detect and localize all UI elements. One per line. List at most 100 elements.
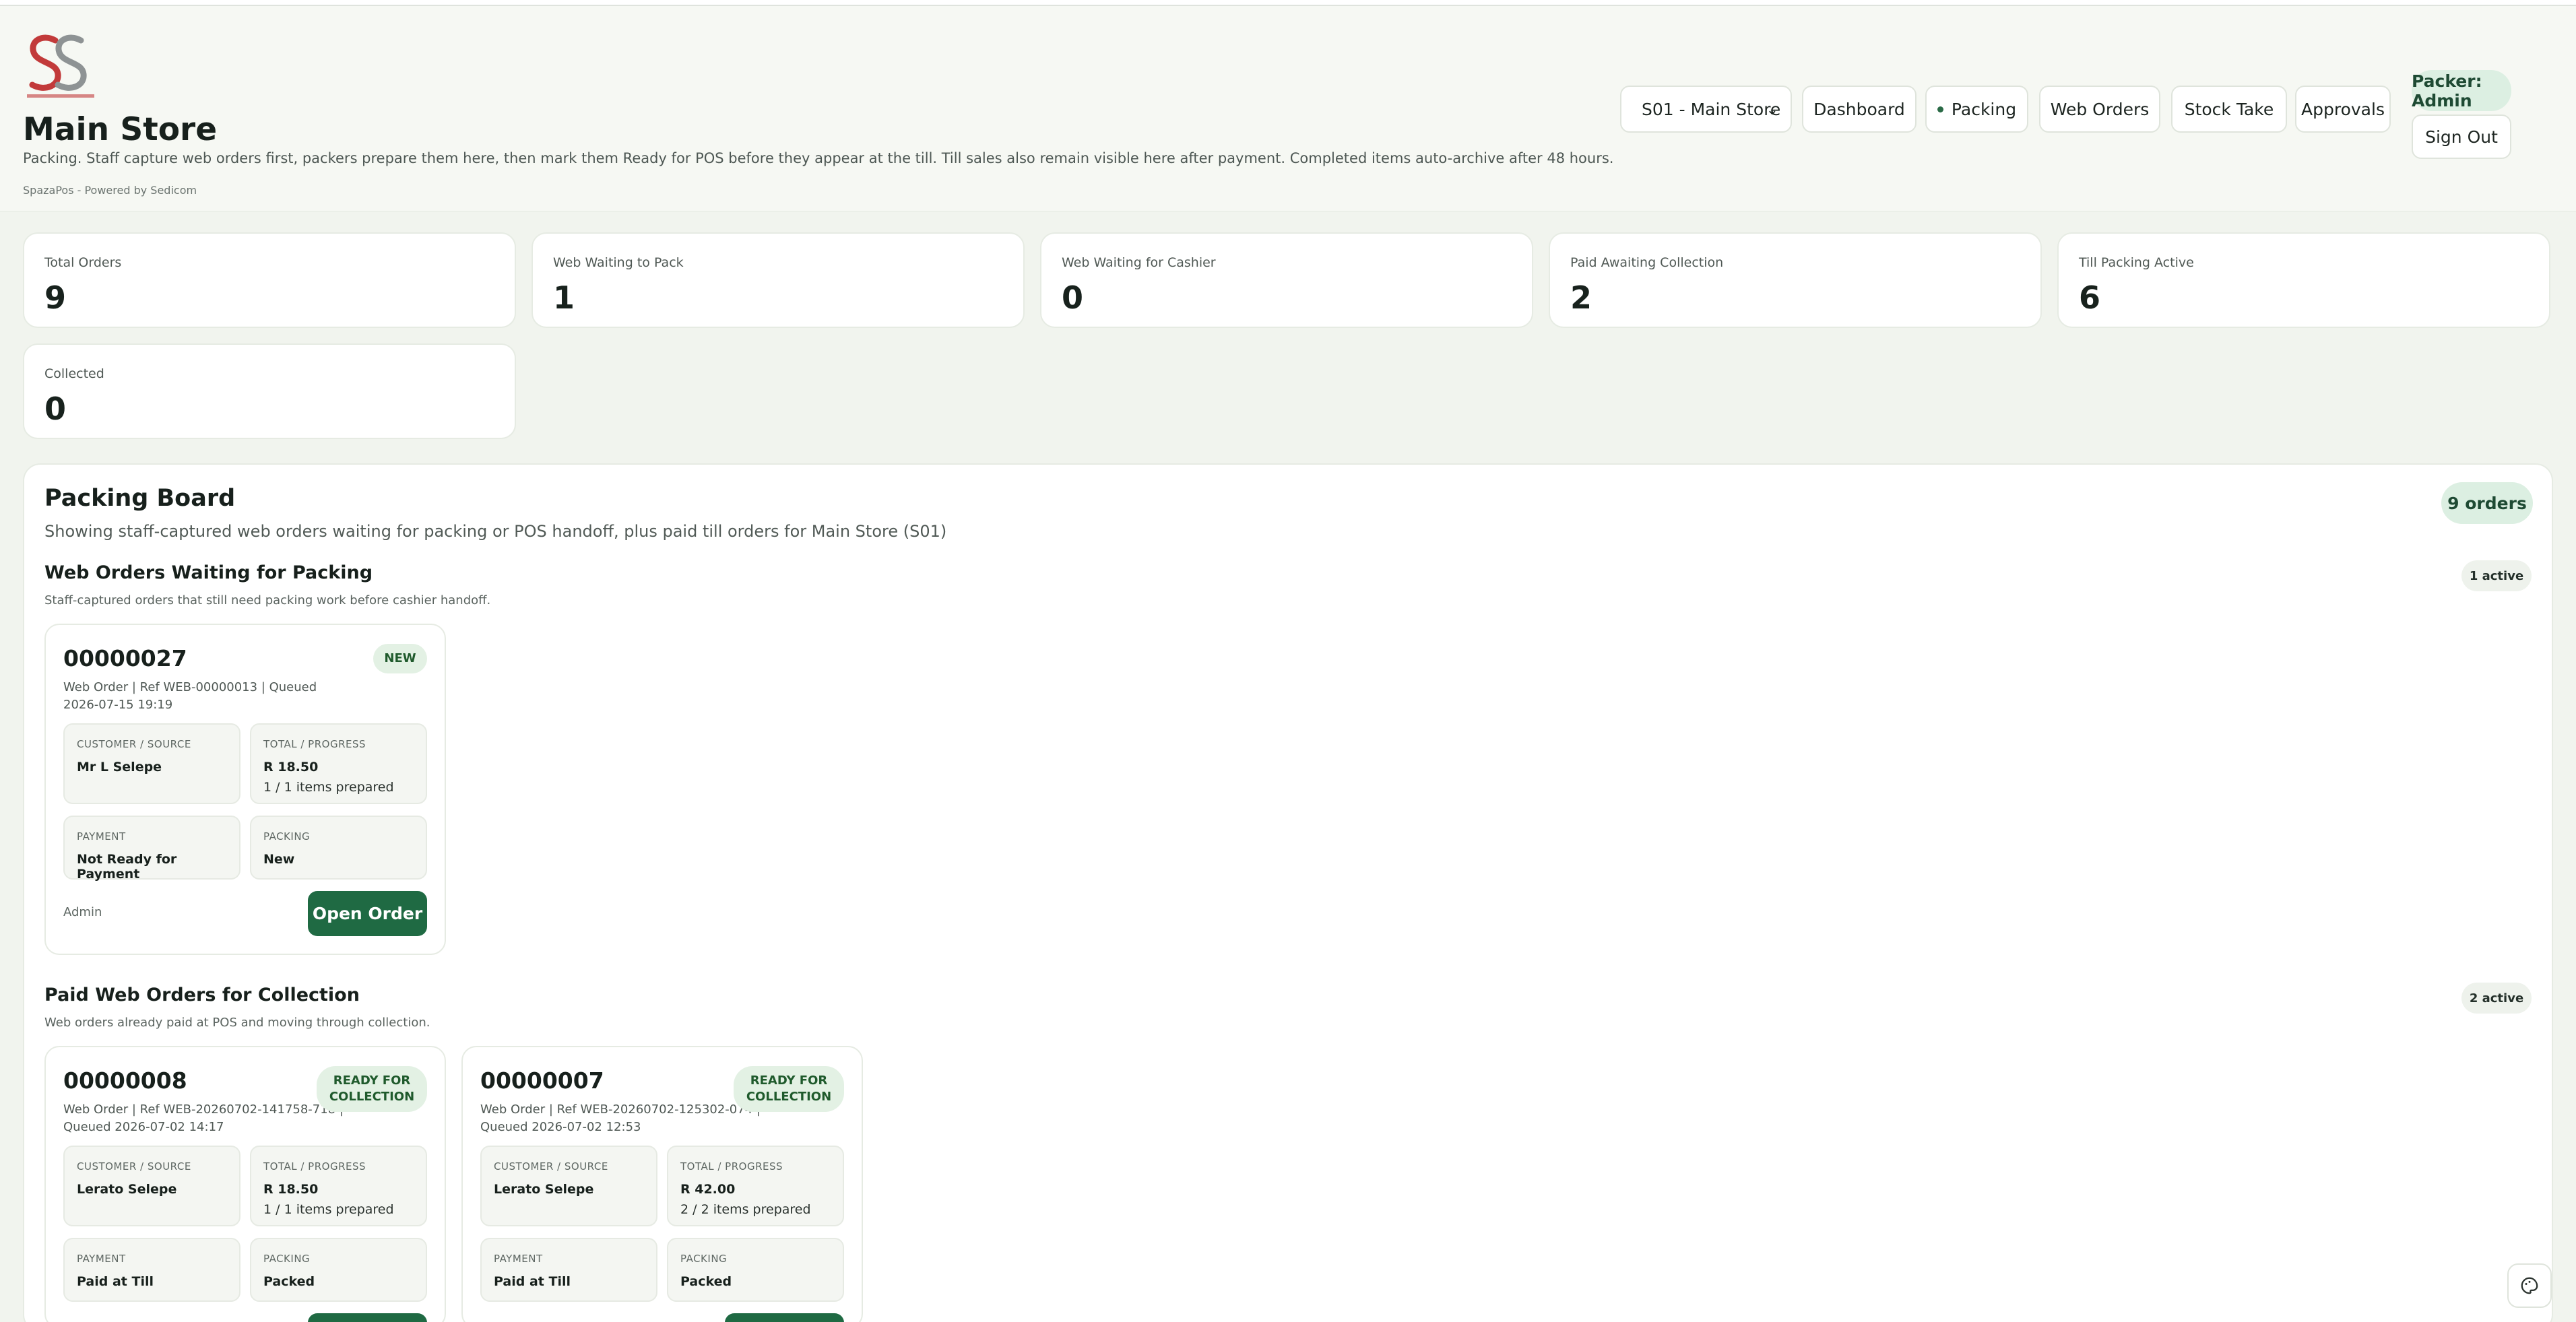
customer-label: CUSTOMER / SOURCE bbox=[494, 1160, 608, 1172]
section-active-badge: 2 active bbox=[2461, 983, 2532, 1014]
payment-label: PAYMENT bbox=[494, 1253, 543, 1265]
total-label: TOTAL / PROGRESS bbox=[263, 738, 366, 750]
payment-cell: PAYMENT Not Ready for Payment bbox=[63, 816, 240, 882]
chevron-down-icon: ⌄ bbox=[1766, 102, 1778, 119]
total-cell: TOTAL / PROGRESS R 18.50 1 / 1 items pre… bbox=[250, 723, 427, 804]
payment-cell: PAYMENT Paid at Till bbox=[63, 1238, 240, 1302]
order-id: 00000007 bbox=[480, 1067, 604, 1094]
customer-cell: CUSTOMER / SOURCE Mr L Selepe bbox=[63, 723, 240, 804]
total-value: R 18.50 bbox=[263, 760, 319, 774]
order-id: 00000008 bbox=[63, 1067, 187, 1094]
orders-count-badge: 9 orders bbox=[2441, 482, 2533, 524]
total-label: TOTAL / PROGRESS bbox=[263, 1160, 366, 1172]
order-card: 00000007 Web Order | Ref WEB-20260702-12… bbox=[461, 1046, 863, 1322]
order-action-button[interactable] bbox=[725, 1313, 844, 1322]
customer-cell: CUSTOMER / SOURCE Lerato Selepe bbox=[480, 1146, 657, 1226]
nav-web-orders-button[interactable]: Web Orders bbox=[2039, 86, 2160, 133]
customer-value: Lerato Selepe bbox=[494, 1182, 594, 1197]
stat-label: Paid Awaiting Collection bbox=[1570, 255, 1724, 270]
stat-paid-awaiting-collection: Paid Awaiting Collection 2 bbox=[1549, 232, 2042, 328]
packing-label: PACKING bbox=[680, 1253, 728, 1265]
total-value: R 42.00 bbox=[680, 1182, 736, 1197]
stat-web-waiting-to-pack: Web Waiting to Pack 1 bbox=[532, 232, 1025, 328]
nav-dashboard-label: Dashboard bbox=[1813, 99, 1905, 119]
order-meta: Web Order | Ref WEB-20260702-141758-718 … bbox=[63, 1102, 344, 1134]
payment-label: PAYMENT bbox=[77, 830, 126, 842]
stat-label: Till Packing Active bbox=[2079, 255, 2194, 270]
total-cell: TOTAL / PROGRESS R 18.50 1 / 1 items pre… bbox=[250, 1146, 427, 1226]
store-select-value: S01 - Main Store bbox=[1642, 99, 1781, 119]
palette-help-icon[interactable] bbox=[2507, 1263, 2552, 1308]
payment-value: Paid at Till bbox=[494, 1274, 571, 1289]
packing-cell: PACKING Packed bbox=[667, 1238, 844, 1302]
status-badge: READY FOR COLLECTION bbox=[734, 1066, 844, 1112]
payment-cell: PAYMENT Paid at Till bbox=[480, 1238, 657, 1302]
board-title: Packing Board bbox=[44, 485, 236, 512]
stat-value: 1 bbox=[553, 279, 575, 316]
progress-value: 2 / 2 items prepared bbox=[680, 1202, 811, 1217]
nav-approvals-button[interactable]: Approvals bbox=[2295, 86, 2391, 133]
packing-cell: PACKING Packed bbox=[250, 1238, 427, 1302]
payment-value: Paid at Till bbox=[77, 1274, 154, 1289]
customer-value: Lerato Selepe bbox=[77, 1182, 177, 1197]
order-meta: Web Order | Ref WEB-00000013 | Queued 20… bbox=[63, 680, 317, 712]
powered-by-label: SpazaPos - Powered by Sedicom bbox=[23, 184, 197, 197]
section-title-web-waiting: Web Orders Waiting for Packing bbox=[44, 562, 373, 583]
page-description: Packing. Staff capture web orders first,… bbox=[23, 150, 1614, 166]
customer-label: CUSTOMER / SOURCE bbox=[77, 1160, 191, 1172]
packing-label: PACKING bbox=[263, 830, 311, 842]
status-badge: READY FOR COLLECTION bbox=[317, 1066, 427, 1112]
stat-value: 2 bbox=[1570, 279, 1592, 316]
payment-label: PAYMENT bbox=[77, 1253, 126, 1265]
order-action-button[interactable] bbox=[308, 1313, 427, 1322]
packing-board: Packing Board Showing staff-captured web… bbox=[23, 463, 2553, 1322]
stat-till-packing-active: Till Packing Active 6 bbox=[2057, 232, 2550, 328]
section-subtitle-web-waiting: Staff-captured orders that still need pa… bbox=[44, 593, 491, 607]
top-border bbox=[0, 0, 2576, 6]
order-card: 00000027 Web Order | Ref WEB-00000013 | … bbox=[44, 624, 446, 955]
page-header: Main Store Packing. Staff capture web or… bbox=[0, 6, 2576, 211]
order-meta: Web Order | Ref WEB-20260702-125302-074 … bbox=[480, 1102, 761, 1134]
order-owner: Admin bbox=[63, 905, 102, 919]
board-subtitle: Showing staff-captured web orders waitin… bbox=[44, 522, 947, 541]
store-select[interactable]: S01 - Main Store ⌄ bbox=[1620, 86, 1792, 133]
packing-value: Packed bbox=[680, 1274, 732, 1289]
section-subtitle-paid-collection: Web orders already paid at POS and movin… bbox=[44, 1016, 430, 1030]
payment-value: Not Ready for Payment bbox=[77, 852, 177, 882]
total-label: TOTAL / PROGRESS bbox=[680, 1160, 783, 1172]
palette-icon bbox=[2521, 1277, 2538, 1294]
customer-cell: CUSTOMER / SOURCE Lerato Selepe bbox=[63, 1146, 240, 1226]
stat-label: Web Waiting to Pack bbox=[553, 255, 684, 270]
section-title-paid-collection: Paid Web Orders for Collection bbox=[44, 985, 360, 1005]
status-badge: NEW bbox=[373, 644, 427, 673]
packing-value: New bbox=[263, 852, 295, 867]
stat-value: 0 bbox=[1062, 279, 1084, 316]
section-active-badge: 1 active bbox=[2461, 560, 2532, 591]
nav-approvals-label: Approvals bbox=[2301, 99, 2385, 119]
sign-out-button[interactable]: Sign Out bbox=[2412, 114, 2511, 159]
nav-stock-take-label: Stock Take bbox=[2184, 99, 2274, 119]
packing-value: Packed bbox=[263, 1274, 315, 1289]
total-cell: TOTAL / PROGRESS R 42.00 2 / 2 items pre… bbox=[667, 1146, 844, 1226]
stat-value: 9 bbox=[44, 279, 67, 316]
stat-web-waiting-for-cashier: Web Waiting for Cashier 0 bbox=[1040, 232, 1533, 328]
total-value: R 18.50 bbox=[263, 1182, 319, 1197]
packing-cell: PACKING New bbox=[250, 816, 427, 880]
progress-value: 1 / 1 items prepared bbox=[263, 1202, 394, 1217]
page-title: Main Store bbox=[23, 111, 218, 148]
active-dot-icon bbox=[1937, 106, 1943, 112]
order-id: 00000027 bbox=[63, 645, 187, 671]
order-card: 00000008 Web Order | Ref WEB-20260702-14… bbox=[44, 1046, 446, 1322]
nav-stock-take-button[interactable]: Stock Take bbox=[2171, 86, 2287, 133]
progress-value: 1 / 1 items prepared bbox=[263, 780, 394, 795]
stat-collected: Collected 0 bbox=[23, 343, 516, 439]
stat-label: Web Waiting for Cashier bbox=[1062, 255, 1216, 270]
customer-label: CUSTOMER / SOURCE bbox=[77, 738, 191, 750]
nav-web-orders-label: Web Orders bbox=[2050, 99, 2150, 119]
nav-packing-label: Packing bbox=[1951, 99, 2017, 119]
stat-total-orders: Total Orders 9 bbox=[23, 232, 516, 328]
open-order-button[interactable]: Open Order bbox=[308, 891, 427, 936]
nav-packing-button[interactable]: Packing bbox=[1925, 86, 2028, 133]
nav-dashboard-button[interactable]: Dashboard bbox=[1802, 86, 1917, 133]
stat-value: 0 bbox=[44, 391, 67, 427]
